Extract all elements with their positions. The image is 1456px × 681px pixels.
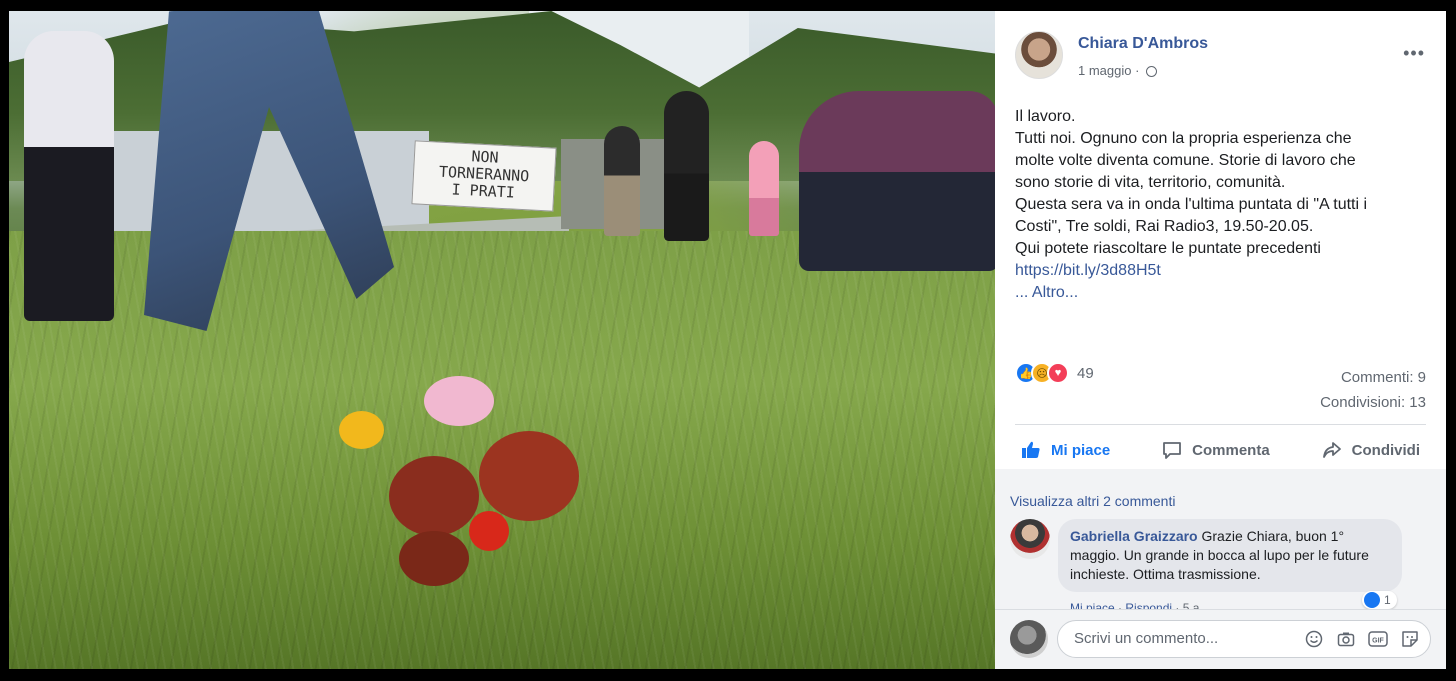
post-header: Chiara D'Ambros 1 maggio · ••• bbox=[1015, 31, 1435, 83]
gif-icon[interactable]: GIF bbox=[1368, 629, 1388, 649]
see-more-link[interactable]: ... Altro... bbox=[1015, 282, 1425, 304]
gif-label: GIF bbox=[1372, 638, 1384, 645]
comment-like-link[interactable]: Mi piace bbox=[1070, 601, 1115, 609]
comments-section: Visualizza altri 2 commenti Gabriella Gr… bbox=[995, 469, 1446, 609]
comment-input-wrapper[interactable]: GIF bbox=[1057, 620, 1431, 658]
post-text-line: Il lavoro. bbox=[1015, 108, 1076, 125]
current-user-avatar bbox=[1010, 620, 1048, 658]
share-label: Condividi bbox=[1351, 441, 1420, 459]
photo-person bbox=[24, 31, 114, 321]
post-date[interactable]: 1 maggio bbox=[1078, 63, 1131, 78]
commenter-avatar[interactable] bbox=[1010, 519, 1050, 559]
more-options-button[interactable]: ••• bbox=[1403, 43, 1425, 64]
separator: · bbox=[1175, 601, 1183, 609]
comment-like-badge[interactable]: 1 bbox=[1362, 591, 1397, 609]
post-text-line: molte volte diventa comune. Storie di la… bbox=[1015, 152, 1356, 169]
post-text: Il lavoro. Tutti noi. Ognuno con la prop… bbox=[1015, 106, 1425, 304]
like-label: Mi piace bbox=[1051, 441, 1111, 459]
comment-age[interactable]: 5 a bbox=[1183, 601, 1200, 609]
divider bbox=[1015, 424, 1426, 425]
comment-input[interactable] bbox=[1072, 629, 1286, 648]
view-more-comments-link[interactable]: Visualizza altri 2 commenti bbox=[1010, 493, 1175, 509]
love-reaction-icon: ♥ bbox=[1047, 362, 1069, 384]
comment-button[interactable]: Commenta bbox=[1156, 440, 1276, 460]
photo-person bbox=[664, 91, 709, 241]
camera-icon[interactable] bbox=[1336, 629, 1356, 649]
author-name[interactable]: Chiara D'Ambros bbox=[1078, 35, 1208, 53]
photo-person bbox=[604, 126, 640, 236]
post-panel: Chiara D'Ambros 1 maggio · ••• Il lavoro… bbox=[995, 11, 1446, 669]
reactions-count[interactable]: 49 bbox=[1077, 365, 1094, 382]
post-text-line: Questa sera va in onda l'ultima puntata … bbox=[1015, 196, 1368, 213]
globe-icon bbox=[1146, 66, 1158, 77]
author-avatar[interactable] bbox=[1015, 31, 1063, 79]
like-button[interactable]: Mi piace bbox=[1015, 440, 1116, 460]
comment-bubble: Gabriella Graizzaro Grazie Chiara, buon … bbox=[1058, 519, 1402, 592]
photo-banner: NON TORNERANNO I PRATI bbox=[411, 140, 557, 212]
post-actions: Mi piace Commenta Condividi bbox=[1015, 431, 1426, 469]
emoji-icon[interactable] bbox=[1304, 629, 1324, 649]
thumbs-up-icon bbox=[1364, 592, 1380, 608]
reactions-summary[interactable]: 👍 ☹ ♥ 49 bbox=[1015, 361, 1094, 385]
photo-person bbox=[749, 141, 779, 236]
post-meta: 1 maggio · bbox=[1078, 63, 1158, 78]
post-link[interactable]: https://bit.ly/3d88H5t bbox=[1015, 260, 1425, 282]
composer-tools: GIF bbox=[1304, 629, 1420, 649]
comment-label: Commenta bbox=[1192, 441, 1270, 459]
comment-actions: Mi piace · Rispondi · 5 a bbox=[1070, 601, 1199, 609]
photo-person bbox=[799, 91, 995, 271]
post-photo[interactable]: NON TORNERANNO I PRATI bbox=[9, 11, 995, 669]
share-icon bbox=[1322, 442, 1341, 458]
post-text-line: Qui potete riascoltare le puntate preced… bbox=[1015, 240, 1321, 257]
meta-separator: · bbox=[1135, 63, 1144, 78]
shares-count[interactable]: Condivisioni: 13 bbox=[1320, 390, 1426, 415]
photo-flowers bbox=[329, 371, 599, 601]
comment-icon bbox=[1163, 442, 1182, 459]
comments-count[interactable]: Commenti: 9 bbox=[1320, 365, 1426, 390]
share-button[interactable]: Condividi bbox=[1316, 440, 1426, 460]
commenter-name[interactable]: Gabriella Graizzaro bbox=[1070, 528, 1198, 544]
comment-composer: GIF bbox=[995, 609, 1446, 669]
post-stats: Commenti: 9 Condivisioni: 13 bbox=[1320, 365, 1426, 415]
comment-like-count: 1 bbox=[1384, 593, 1391, 607]
comment-reply-link[interactable]: Rispondi bbox=[1125, 601, 1172, 609]
sticker-icon[interactable] bbox=[1400, 629, 1420, 649]
thumbs-up-icon bbox=[1022, 441, 1040, 458]
post-text-line: sono storie di vita, territorio, comunit… bbox=[1015, 174, 1286, 191]
post-text-line: Costi", Tre soldi, Rai Radio3, 19.50-20.… bbox=[1015, 218, 1314, 235]
post-text-line: Tutti noi. Ognuno con la propria esperie… bbox=[1015, 130, 1352, 147]
